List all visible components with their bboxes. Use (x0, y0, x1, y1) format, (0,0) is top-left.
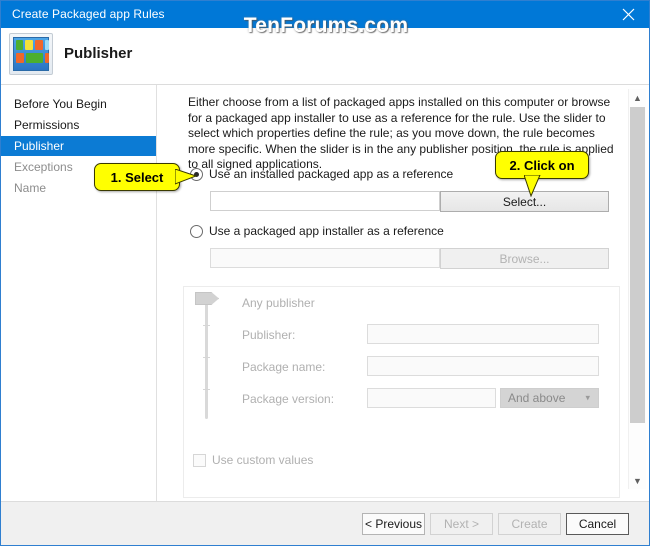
wizard-steps-sidebar: Before You Begin Permissions Publisher E… (1, 85, 157, 501)
use-custom-values-checkbox[interactable] (193, 453, 206, 467)
sidebar-item-before-you-begin[interactable]: Before You Begin (1, 94, 156, 114)
radio-app-installer-indicator (190, 224, 203, 238)
publisher-label: Publisher: (242, 328, 296, 342)
callout-step-1: 1. Select (94, 163, 180, 191)
previous-button[interactable]: < Previous (362, 513, 425, 535)
radio-use-packaged-app-installer[interactable]: Use a packaged app installer as a refere… (190, 224, 444, 238)
create-packaged-app-rules-window: Create Packaged app Rules TenForums.com … (0, 0, 650, 546)
callout-1-tail (175, 169, 197, 185)
create-button[interactable]: Create (498, 513, 561, 535)
version-condition-dropdown[interactable]: And above ▾ (500, 388, 599, 408)
chevron-down-icon[interactable]: ▼ (629, 472, 646, 489)
version-condition-value: And above (508, 391, 566, 405)
package-name-label: Package name: (242, 360, 326, 374)
chevron-down-icon: ▾ (585, 392, 590, 403)
publisher-slider-thumb[interactable] (195, 292, 219, 305)
package-version-textbox[interactable] (367, 388, 496, 408)
radio-installed-app-label: Use an installed packaged app as a refer… (209, 167, 454, 181)
title-bar: Create Packaged app Rules (1, 1, 649, 28)
app-installer-textbox[interactable] (210, 248, 440, 268)
package-name-textbox[interactable] (367, 356, 599, 376)
package-version-label: Package version: (242, 392, 335, 406)
cancel-button[interactable]: Cancel (566, 513, 629, 535)
window-title: Create Packaged app Rules (12, 7, 165, 21)
publisher-textbox[interactable] (367, 324, 599, 344)
use-custom-values-label: Use custom values (212, 453, 314, 467)
radio-use-installed-packaged-app[interactable]: Use an installed packaged app as a refer… (190, 167, 453, 181)
wizard-footer: < Previous Next > Create Cancel (1, 501, 649, 545)
use-custom-values-row[interactable]: Use custom values (193, 453, 313, 467)
packaged-app-icon (9, 33, 53, 75)
wizard-header: Publisher (1, 28, 649, 85)
sidebar-item-permissions[interactable]: Permissions (1, 115, 156, 135)
wizard-main-panel: Either choose from a list of packaged ap… (157, 85, 649, 501)
chevron-up-icon[interactable]: ▲ (629, 89, 646, 106)
scrollbar-thumb[interactable] (630, 107, 645, 423)
publisher-slider-rail[interactable] (205, 303, 208, 419)
wizard-body: Before You Begin Permissions Publisher E… (1, 85, 649, 501)
sidebar-item-publisher[interactable]: Publisher (1, 136, 156, 156)
any-publisher-label: Any publisher (242, 296, 315, 310)
main-scrollbar[interactable]: ▲ ▼ (628, 89, 646, 489)
installed-app-textbox[interactable] (210, 191, 440, 211)
close-icon[interactable] (605, 1, 649, 28)
callout-step-2: 2. Click on (495, 151, 589, 179)
page-title: Publisher (64, 45, 133, 62)
browse-button[interactable]: Browse... (440, 248, 609, 269)
next-button[interactable]: Next > (430, 513, 493, 535)
radio-app-installer-label: Use a packaged app installer as a refere… (209, 224, 444, 238)
callout-2-tail (524, 175, 541, 197)
